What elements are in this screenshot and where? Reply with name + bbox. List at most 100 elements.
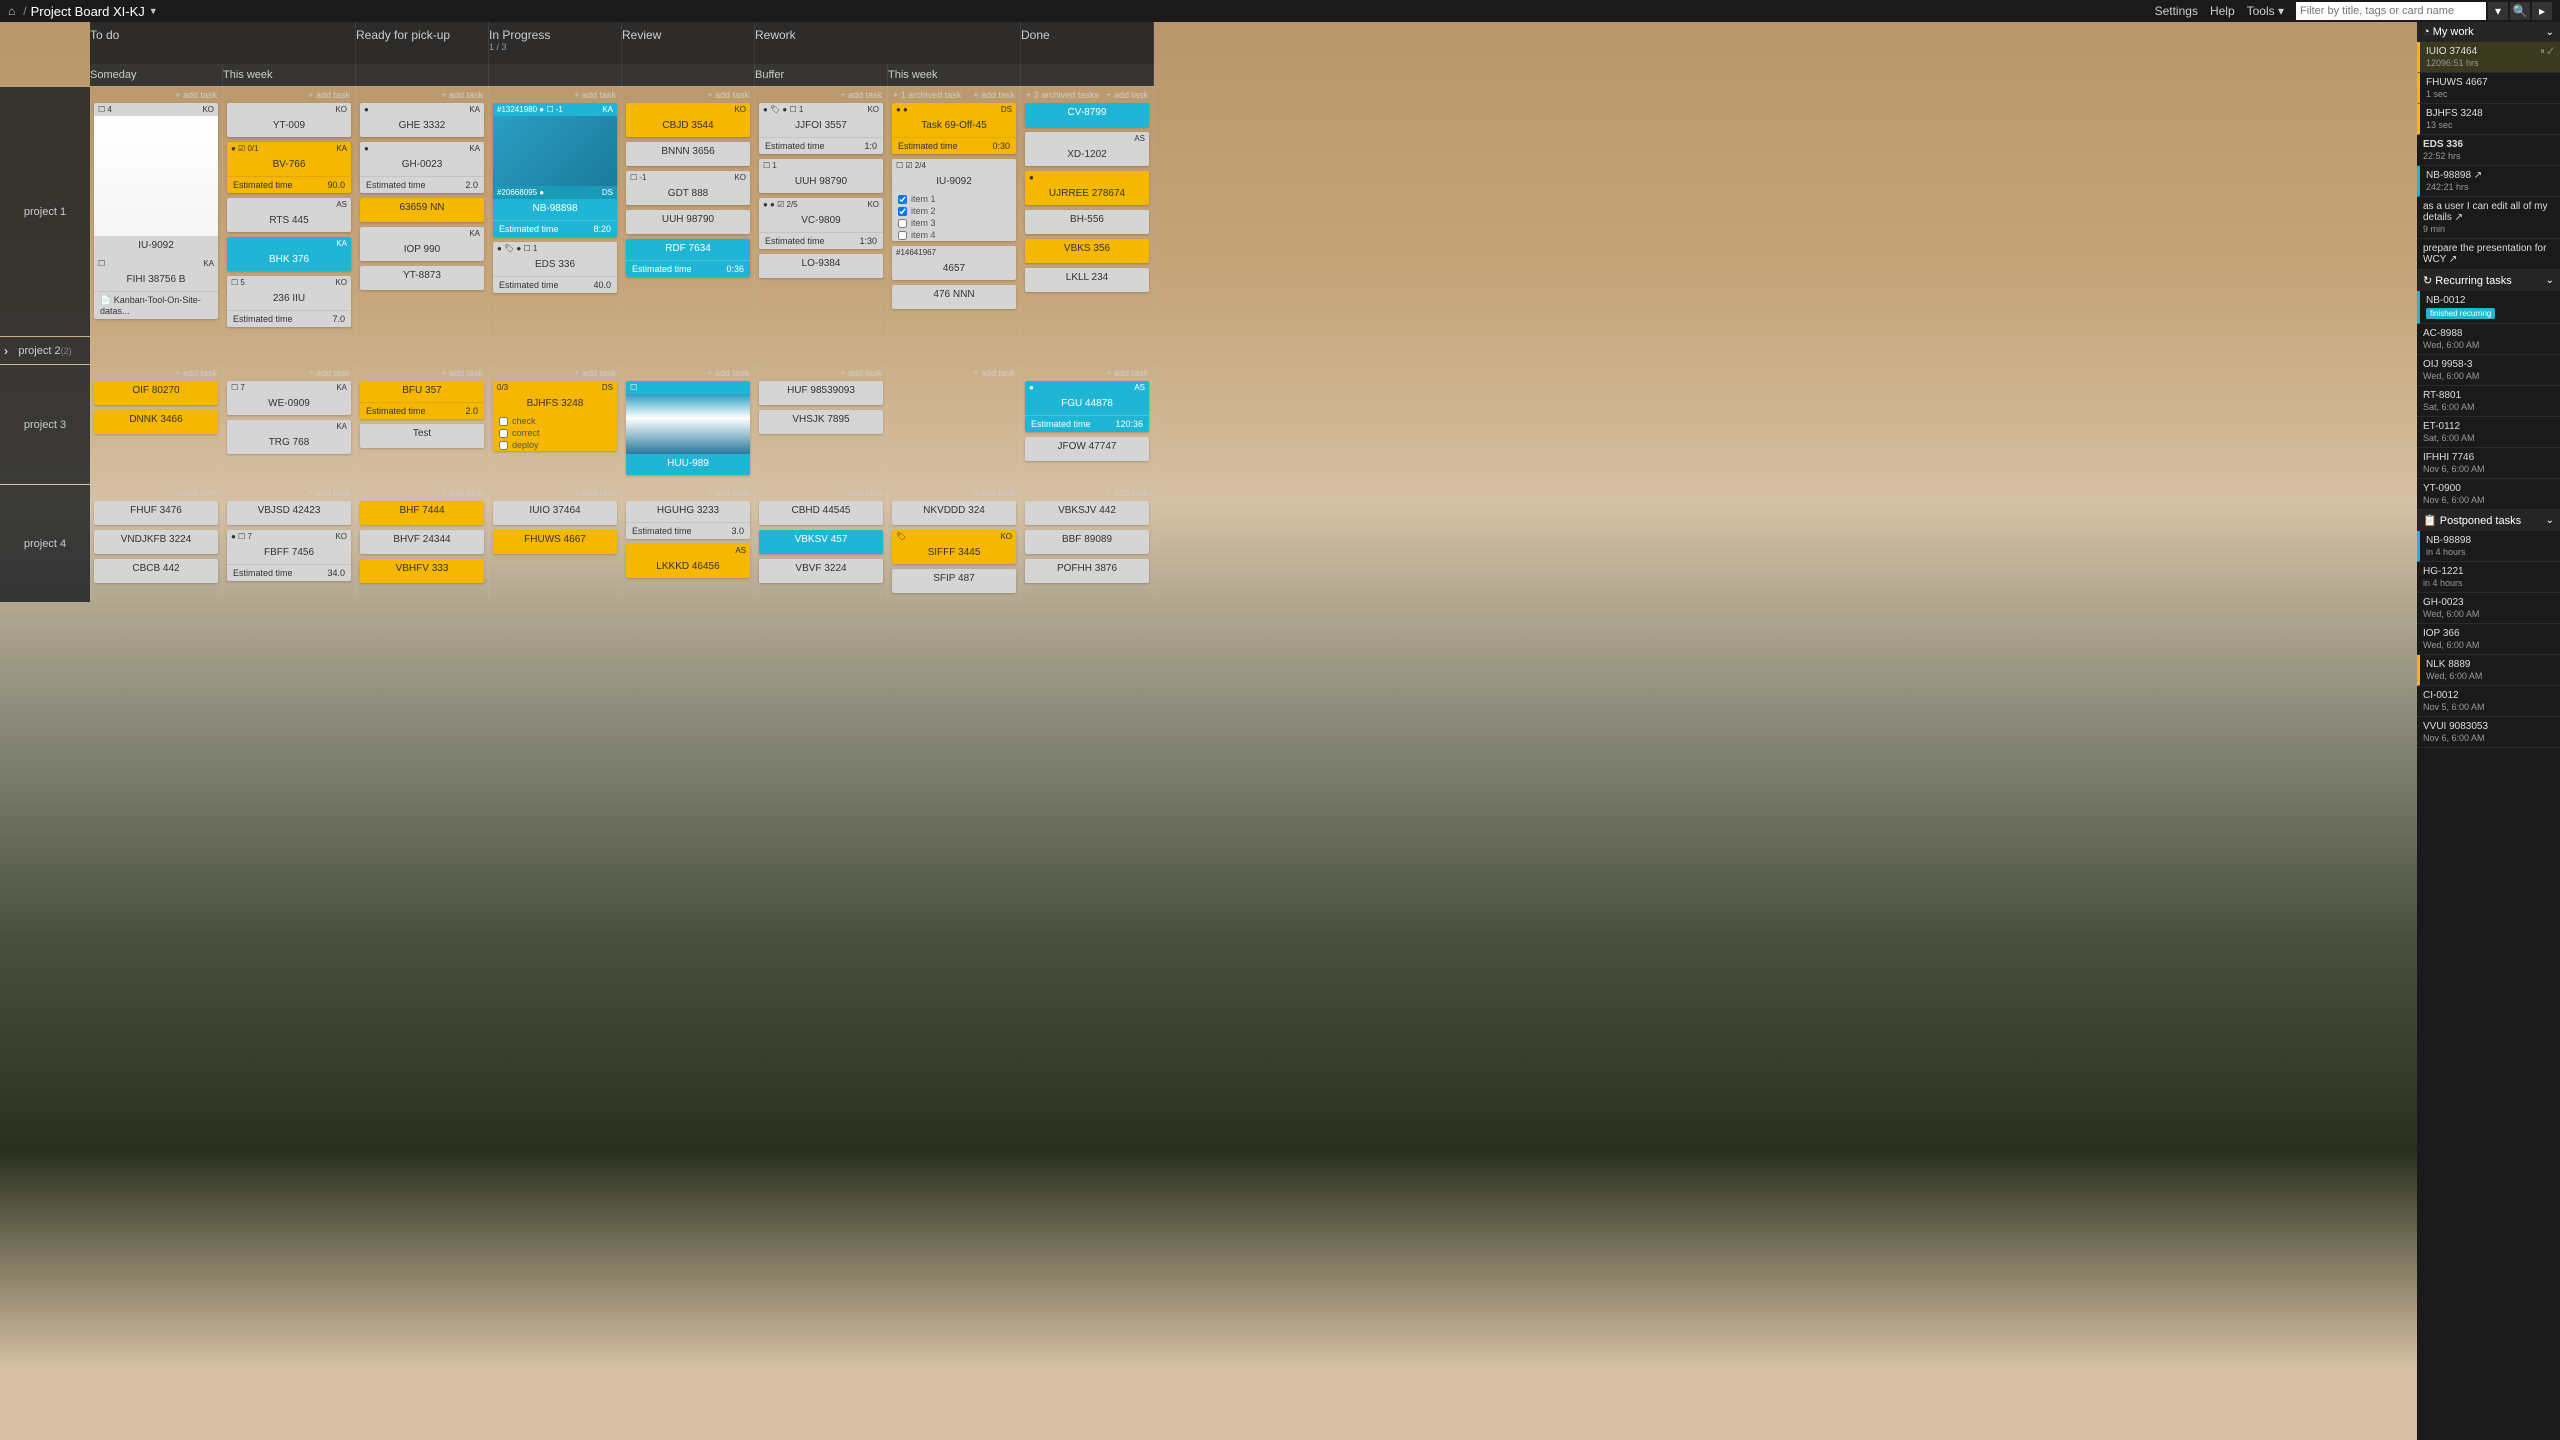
help-link[interactable]: Help — [2210, 4, 2235, 18]
add-task-button[interactable]: + add task — [1106, 488, 1148, 498]
add-task-button[interactable]: + add task — [308, 90, 350, 100]
card[interactable]: HUF 98539093 — [759, 381, 883, 405]
card[interactable]: BFU 357Estimated time2.0 — [360, 381, 484, 419]
add-task-button[interactable]: + add task — [973, 488, 1015, 498]
card[interactable]: ASLKKKD 46456 — [626, 544, 750, 578]
card[interactable]: ● ☑ 0/1KABV-766Estimated time90.0 — [227, 142, 351, 193]
card[interactable]: ● 🏷 ● ☐ 1KOJJFOI 3557Estimated time1:0 — [759, 103, 883, 154]
card[interactable]: LKLL 234 — [1025, 268, 1149, 292]
sidebar-item[interactable]: IUIO 37464⏸ ✓12096:51 hrs — [2417, 42, 2560, 73]
sidebar-item[interactable]: AC-8988Wed, 6:00 AM — [2417, 324, 2560, 355]
board-title[interactable]: Project Board XI-KJ — [31, 4, 145, 19]
chevron-down-icon[interactable]: ⌄ — [2546, 275, 2554, 286]
card[interactable]: ● 🏷 ● ☐ 1EDS 336Estimated time40.0 — [493, 242, 617, 293]
card[interactable]: VBKSJV 442 — [1025, 501, 1149, 525]
tools-link[interactable]: Tools ▾ — [2247, 4, 2284, 18]
sidebar-item[interactable]: HG-1221in 4 hours — [2417, 562, 2560, 593]
card[interactable]: HGUHG 3233Estimated time3.0 — [626, 501, 750, 539]
card[interactable]: ● ☐ 7KOFBFF 7456Estimated time34.0 — [227, 530, 351, 581]
card[interactable]: ●KAGHE 3332 — [360, 103, 484, 137]
card[interactable]: BHVF 24344 — [360, 530, 484, 554]
card[interactable]: ☐ 5KO236 IIUEstimated time7.0 — [227, 276, 351, 327]
card-checklist-item[interactable]: item 4 — [892, 229, 1016, 241]
sidebar-item[interactable]: YT-0900Nov 6, 6:00 AM — [2417, 479, 2560, 510]
card[interactable]: KOYT-009 — [227, 103, 351, 137]
sidebar-item[interactable]: IOP 366Wed, 6:00 AM — [2417, 624, 2560, 655]
chevron-down-icon[interactable]: ⌄ — [2546, 27, 2554, 38]
card-checklist-item[interactable]: item 3 — [892, 217, 1016, 229]
search-input[interactable] — [2296, 2, 2486, 20]
card[interactable]: ●UJRREE 278674 — [1025, 171, 1149, 205]
add-task-button[interactable]: + add task — [973, 90, 1015, 100]
card[interactable]: IUIO 37464 — [493, 501, 617, 525]
sidebar-item[interactable]: NB-0012finished recurring — [2417, 291, 2560, 324]
card[interactable]: CBHD 44545 — [759, 501, 883, 525]
sidebar-item[interactable]: NB-98898in 4 hours — [2417, 531, 2560, 562]
pause-icon[interactable]: ⏸ ✓ — [2540, 46, 2554, 57]
sidebar-item[interactable]: NB-98898 ↗242:21 hrs — [2417, 166, 2560, 197]
add-task-button[interactable]: + add task — [840, 488, 882, 498]
filter-dropdown-icon[interactable]: ▾ — [2488, 2, 2508, 20]
card[interactable]: SFIP 487 — [892, 569, 1016, 593]
sidebar-item[interactable]: ET-0112Sat, 6:00 AM — [2417, 417, 2560, 448]
sidebar-item[interactable]: FHUWS 46671 sec — [2417, 73, 2560, 104]
swimlane-p1[interactable]: project 1 — [0, 87, 90, 336]
card[interactable]: POFHH 3876 — [1025, 559, 1149, 583]
card-checklist-item[interactable]: item 2 — [892, 205, 1016, 217]
sidebar-item[interactable]: EDS 33622:52 hrs — [2417, 135, 2560, 166]
swimlane-p3[interactable]: project 3 — [0, 365, 90, 484]
card[interactable]: FHUWS 4667 — [493, 530, 617, 554]
sidebar-section[interactable]: ◔ My work⌄ — [2417, 22, 2560, 42]
sidebar-item[interactable]: as a user I can edit all of my details ↗… — [2417, 197, 2560, 239]
card[interactable]: YT-8873 — [360, 266, 484, 290]
card[interactable]: ☐ 1UUH 98790 — [759, 159, 883, 193]
swimlane-p2[interactable]: ›project 2 (2) — [0, 337, 90, 364]
card[interactable]: ● ● ☑ 2/5KOVC-9809Estimated time1:30 — [759, 198, 883, 249]
archived-link[interactable]: + 3 archived tasks — [1026, 90, 1099, 100]
card[interactable]: Test — [360, 424, 484, 448]
card[interactable]: CBCB 442 — [94, 559, 218, 583]
card[interactable]: ☐ ☑ 2/4IU-9092item 1item 2item 3item 4 — [892, 159, 1016, 241]
card[interactable]: 63659 NN — [360, 198, 484, 222]
card[interactable]: BNNN 3656 — [626, 142, 750, 166]
card[interactable]: ● ●DSTask 69-Off-45Estimated time0:30 — [892, 103, 1016, 154]
card[interactable]: BBF 89089 — [1025, 530, 1149, 554]
title-dropdown-icon[interactable]: ▼ — [149, 6, 158, 16]
add-task-button[interactable]: + add task — [175, 488, 217, 498]
sidebar-toggle-icon[interactable]: ▸ — [2532, 2, 2552, 20]
card[interactable]: LO-9384 — [759, 254, 883, 278]
card[interactable]: DNNK 3466 — [94, 410, 218, 434]
card[interactable]: CV-8799 — [1025, 103, 1149, 127]
card[interactable]: #13241980 ● ☐ -1KA#20668095 ●DSNB-98898E… — [493, 103, 617, 237]
add-task-button[interactable]: + add task — [441, 368, 483, 378]
card[interactable]: KOCBJD 3544 — [626, 103, 750, 137]
sidebar-item[interactable]: BJHFS 324813 sec — [2417, 104, 2560, 135]
card[interactable]: VBKS 356 — [1025, 239, 1149, 263]
sidebar-item[interactable]: GH-0023Wed, 6:00 AM — [2417, 593, 2560, 624]
add-task-button[interactable]: + add task — [574, 90, 616, 100]
add-task-button[interactable]: + add task — [574, 368, 616, 378]
sidebar-item[interactable]: RT-8801Sat, 6:00 AM — [2417, 386, 2560, 417]
card[interactable]: JFOW 47747 — [1025, 437, 1149, 461]
sidebar-item[interactable]: IFHHI 7746Nov 6, 6:00 AM — [2417, 448, 2560, 479]
card[interactable]: ☐ 7KAWE-0909 — [227, 381, 351, 415]
card[interactable]: 🏷KOSIFFF 3445 — [892, 530, 1016, 564]
card[interactable]: VHSJK 7895 — [759, 410, 883, 434]
card[interactable]: #146419674657 — [892, 246, 1016, 280]
card[interactable]: ☐HUU-989 — [626, 381, 750, 475]
card[interactable]: ASRTS 445 — [227, 198, 351, 232]
sidebar-item[interactable]: VVUI 9083053Nov 6, 6:00 AM — [2417, 717, 2560, 748]
card[interactable]: KABHK 376 — [227, 237, 351, 271]
card[interactable]: VBKSV 457 — [759, 530, 883, 554]
card[interactable]: OIF 80270 — [94, 381, 218, 405]
card-checklist-item[interactable]: item 1 — [892, 193, 1016, 205]
add-task-button[interactable]: + add task — [441, 90, 483, 100]
sidebar-item[interactable]: CI-0012Nov 5, 6:00 AM — [2417, 686, 2560, 717]
card[interactable]: ●KAGH-0023Estimated time2.0 — [360, 142, 484, 193]
card[interactable]: ●ASFGU 44878Estimated time120:36 — [1025, 381, 1149, 432]
add-task-button[interactable]: + add task — [707, 90, 749, 100]
card[interactable]: BH-556 — [1025, 210, 1149, 234]
card[interactable]: KAIOP 990 — [360, 227, 484, 261]
add-task-button[interactable]: + add task — [707, 368, 749, 378]
add-task-button[interactable]: + add task — [175, 90, 217, 100]
